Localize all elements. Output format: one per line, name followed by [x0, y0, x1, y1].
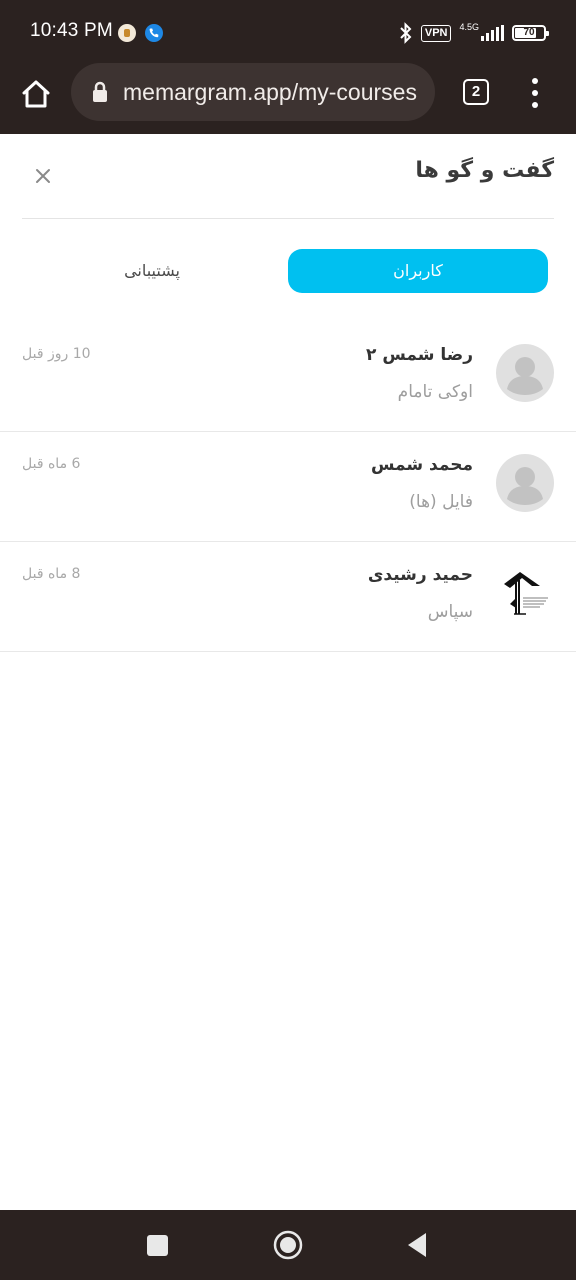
avatar	[496, 564, 554, 622]
app-notification-icon	[118, 24, 136, 42]
page-title: گفت و گو ها	[415, 158, 554, 183]
architecture-logo-icon	[504, 572, 548, 615]
bluetooth-icon	[400, 22, 412, 44]
close-button[interactable]	[32, 165, 54, 187]
avatar	[496, 344, 554, 402]
recent-apps-button[interactable]	[147, 1235, 168, 1256]
navigation-bar	[0, 1210, 576, 1280]
chat-tabs: کاربران پشتیبانی	[22, 249, 548, 293]
conversation-time: 10 روز قبل	[22, 346, 91, 362]
home-nav-button[interactable]	[273, 1230, 303, 1260]
home-icon	[22, 80, 50, 108]
phone-call-icon	[145, 24, 163, 42]
conversation-name: حمید رشیدی	[367, 565, 473, 585]
conversation-name: رضا شمس ۲	[366, 345, 473, 365]
user-placeholder-icon	[507, 467, 543, 505]
lock-icon	[93, 81, 107, 102]
battery-level: 70	[523, 27, 535, 38]
vpn-badge: VPN	[420, 24, 452, 42]
back-button[interactable]	[404, 1230, 430, 1260]
address-bar[interactable]: memargram.app/my-courses	[71, 63, 435, 121]
conversation-time: 6 ماه قبل	[22, 456, 81, 472]
conversation-last-message: فایل (ها)	[409, 492, 473, 512]
network-type-label: 4.5G	[459, 22, 479, 32]
conversation-name: محمد شمس	[370, 455, 473, 475]
more-menu-button[interactable]	[528, 78, 542, 108]
menu-dot-icon	[532, 102, 538, 108]
conversation-item[interactable]: رضا شمس ۲ اوکی تامام 10 روز قبل	[0, 322, 576, 432]
chat-panel: گفت و گو ها کاربران پشتیبانی رضا شمس ۲ ا…	[0, 134, 576, 1210]
status-bar: 10:43 PM VPN 4.5G 70	[0, 0, 576, 62]
back-triangle-icon	[408, 1233, 426, 1257]
close-icon	[36, 169, 50, 183]
signal-icon	[481, 25, 504, 41]
user-placeholder-icon	[507, 357, 543, 395]
battery-icon: 70	[512, 25, 549, 41]
tab-support[interactable]: پشتیبانی	[22, 249, 282, 293]
menu-dot-icon	[532, 90, 538, 96]
conversation-time: 8 ماه قبل	[22, 566, 81, 582]
conversation-last-message: اوکی تامام	[397, 382, 473, 402]
chat-header: گفت و گو ها	[22, 134, 554, 219]
avatar	[496, 454, 554, 512]
conversation-item[interactable]: محمد شمس فایل (ها) 6 ماه قبل	[0, 432, 576, 542]
home-button[interactable]	[18, 76, 54, 112]
home-circle-icon	[273, 1230, 303, 1260]
status-time: 10:43 PM	[30, 20, 113, 41]
conversation-last-message: سپاس	[427, 602, 473, 622]
tab-switcher-button[interactable]: 2	[463, 79, 489, 105]
conversation-item[interactable]: حمید رشیدی سپاس 8 ماه قبل	[0, 542, 576, 652]
menu-dot-icon	[532, 78, 538, 84]
conversation-list: رضا شمس ۲ اوکی تامام 10 روز قبل محمد شمس…	[0, 322, 576, 652]
browser-toolbar: memargram.app/my-courses 2	[0, 62, 576, 134]
tab-users[interactable]: کاربران	[288, 249, 548, 293]
url-text: memargram.app/my-courses	[123, 79, 417, 105]
